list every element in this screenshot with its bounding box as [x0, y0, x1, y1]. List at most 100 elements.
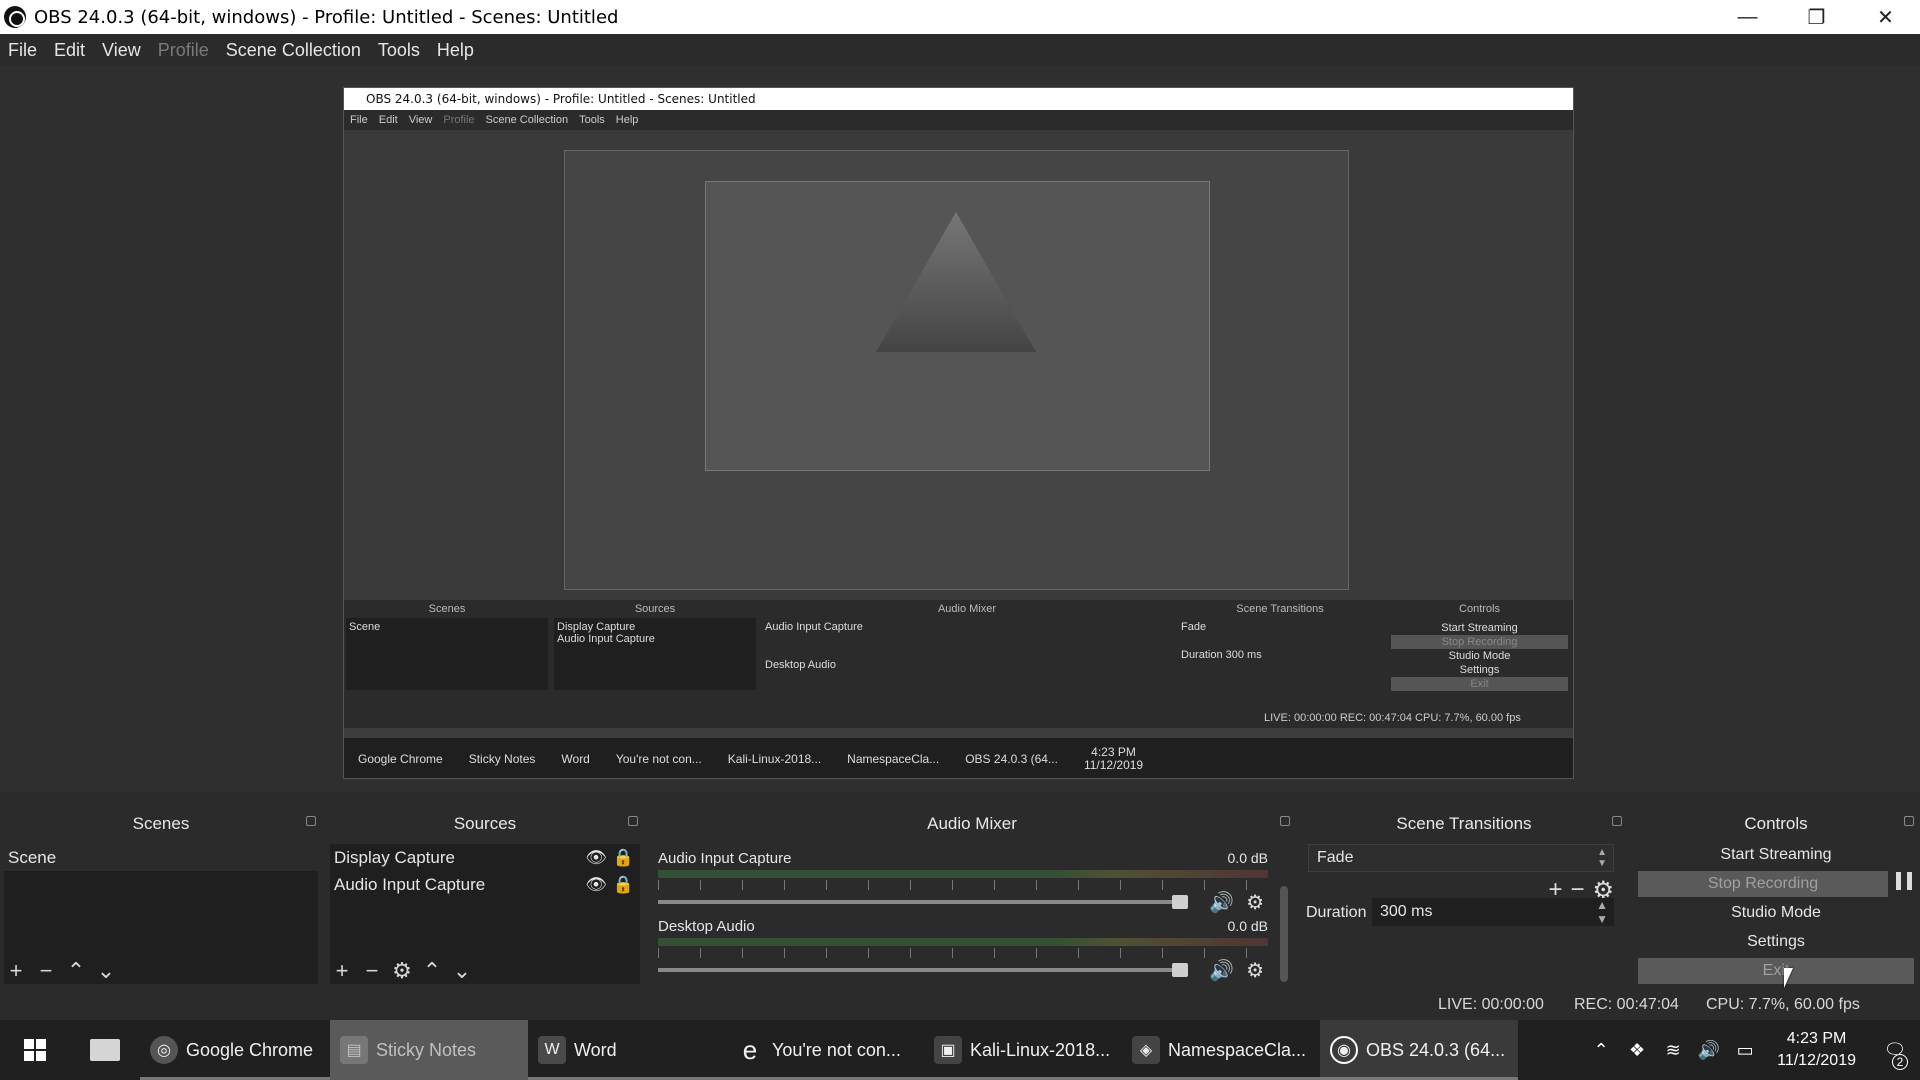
nested-transitions-dock: Scene Transitions Fade Duration 300 ms: [1176, 600, 1384, 700]
taskbar-app[interactable]: e You're not con...: [726, 1020, 924, 1080]
audio-mixer-dock: Audio Mixer Audio Input Capture 0.0 dB 🔊…: [648, 806, 1296, 1020]
scene-item-label: Scene: [8, 847, 57, 867]
nested-duration: Duration 300 ms: [1181, 649, 1379, 661]
transition-select[interactable]: Fade ▲ ▼: [1308, 844, 1614, 872]
minimize-button[interactable]: —: [1713, 0, 1782, 34]
source-item-icons: 👁 🔒: [585, 848, 634, 868]
recursive-preview-image: [876, 212, 1036, 352]
dock-float-icon[interactable]: [306, 816, 316, 826]
mixer-body: Audio Input Capture 0.0 dB 🔊 ⚙ Desktop A…: [652, 844, 1292, 984]
dock-float-icon[interactable]: [1612, 816, 1622, 826]
exit-button[interactable]: Exit: [1638, 958, 1914, 984]
settings-button[interactable]: Settings: [1638, 929, 1914, 955]
nested-menu-file: File: [350, 114, 368, 126]
duration-label: Duration: [1306, 904, 1367, 921]
chrome-icon: ◎: [150, 1036, 178, 1064]
move-down-icon[interactable]: ⌄: [452, 958, 472, 984]
scene-item[interactable]: Scene: [4, 844, 318, 871]
system-tray: ⌃ ❖ ≋ 🔊 ▭ 4:23 PM 11/12/2019 🗨 2: [1583, 1020, 1920, 1080]
channel-name: Desktop Audio: [658, 918, 755, 935]
move-down-icon[interactable]: ⌄: [96, 958, 116, 984]
start-button[interactable]: [0, 1020, 70, 1080]
controls-dock-head: Controls: [1632, 806, 1920, 842]
taskbar: ◎ Google Chrome ▤ Sticky Notes W Word e …: [0, 1020, 1920, 1080]
lock-icon[interactable]: 🔒: [613, 848, 634, 868]
slider-knob[interactable]: [1172, 963, 1188, 977]
menu-file[interactable]: File: [8, 40, 37, 61]
spin-arrows-icon[interactable]: ▲ ▼: [1596, 898, 1608, 926]
menu-profile[interactable]: Profile: [158, 40, 209, 61]
menu-edit[interactable]: Edit: [54, 40, 85, 61]
menu-tools[interactable]: Tools: [378, 40, 420, 61]
mixer-scrollbar[interactable]: [1280, 886, 1288, 982]
stop-recording-button[interactable]: Stop Recording: [1638, 871, 1888, 897]
start-streaming-button[interactable]: Start Streaming: [1638, 842, 1914, 868]
taskbar-app-label: NamespaceCla...: [1168, 1039, 1307, 1060]
close-button[interactable]: ✕: [1851, 0, 1920, 34]
mixer-channel: Desktop Audio 0.0 dB 🔊 ⚙: [658, 918, 1268, 984]
volume-slider[interactable]: [658, 963, 1188, 977]
duration-spinbox[interactable]: 300 ms ▲ ▼: [1372, 898, 1614, 926]
speaker-icon[interactable]: 🔊: [1691, 1040, 1727, 1061]
clock-time: 4:23 PM: [1786, 1030, 1847, 1047]
taskbar-app[interactable]: W Word: [528, 1020, 726, 1080]
title-bar: OBS 24.0.3 (64-bit, windows) - Profile: …: [0, 0, 1920, 34]
nested-transitions-body: Fade Duration 300 ms: [1178, 618, 1382, 690]
menu-scene-collection[interactable]: Scene Collection: [226, 40, 361, 61]
remove-icon[interactable]: −: [36, 958, 56, 984]
menu-help[interactable]: Help: [437, 40, 474, 61]
dock-float-icon[interactable]: [1280, 816, 1290, 826]
taskbar-app[interactable]: ▣ Kali-Linux-2018...: [924, 1020, 1122, 1080]
folder-icon: [90, 1039, 120, 1061]
taskbar-app[interactable]: ◈ NamespaceCla...: [1122, 1020, 1320, 1080]
move-up-icon[interactable]: ⌃: [422, 958, 442, 984]
nested-mixer-header: Audio Mixer: [937, 603, 997, 615]
preview-canvas[interactable]: OBS 24.0.3 (64-bit, windows) - Profile: …: [343, 87, 1574, 779]
remove-icon[interactable]: −: [362, 958, 382, 984]
nested-taskbar: Google Chrome Sticky Notes Word You're n…: [344, 738, 1573, 778]
move-up-icon[interactable]: ⌃: [66, 958, 86, 984]
pause-icon[interactable]: [1896, 872, 1912, 890]
notification-center-button[interactable]: 🗨 2: [1870, 1040, 1920, 1070]
speaker-icon[interactable]: 🔊: [1209, 890, 1234, 915]
nested-scene-item: Scene: [349, 621, 381, 633]
studio-mode-button[interactable]: Studio Mode: [1638, 900, 1914, 926]
source-item[interactable]: Audio Input Capture 👁 🔒: [330, 871, 640, 898]
chevron-up-icon[interactable]: ⌃: [1583, 1040, 1619, 1061]
gear-icon[interactable]: ⚙: [1246, 958, 1264, 983]
mixer-channel: Audio Input Capture 0.0 dB 🔊 ⚙: [658, 850, 1268, 916]
clock[interactable]: 4:23 PM 11/12/2019: [1777, 1028, 1856, 1072]
taskbar-app-label: You're not con...: [772, 1039, 901, 1060]
eye-icon[interactable]: 👁: [585, 875, 607, 895]
taskbar-app-label: Google Chrome: [186, 1039, 314, 1060]
gear-icon[interactable]: ⚙: [392, 958, 412, 984]
eye-icon[interactable]: 👁: [585, 848, 607, 868]
transitions-header: Scene Transitions: [1396, 814, 1532, 833]
taskbar-app[interactable]: ◎ Google Chrome: [140, 1020, 330, 1080]
preview-area: OBS 24.0.3 (64-bit, windows) - Profile: …: [0, 66, 1920, 792]
nested-control-item: Exit: [1391, 677, 1568, 691]
sources-header: Sources: [453, 814, 517, 833]
gear-icon[interactable]: ⚙: [1246, 890, 1264, 915]
dropbox-icon[interactable]: ❖: [1619, 1040, 1655, 1061]
wifi-icon[interactable]: ≋: [1655, 1040, 1691, 1061]
maximize-button[interactable]: ❐: [1782, 0, 1851, 34]
add-icon[interactable]: +: [6, 958, 26, 984]
dock-float-icon[interactable]: [628, 816, 638, 826]
file-explorer-button[interactable]: [70, 1020, 140, 1080]
channel-icons: 🔊 ⚙: [1209, 958, 1264, 983]
vs-icon: ◈: [1132, 1036, 1160, 1064]
taskbar-app[interactable]: ◉ OBS 24.0.3 (64...: [1320, 1020, 1518, 1080]
add-icon[interactable]: +: [332, 958, 352, 984]
taskbar-app[interactable]: ▤ Sticky Notes: [330, 1020, 528, 1080]
source-item[interactable]: Display Capture 👁 🔒: [330, 844, 640, 871]
lock-icon[interactable]: 🔒: [613, 875, 634, 895]
volume-slider[interactable]: [658, 895, 1188, 909]
nested-menu-profile: Profile: [443, 114, 475, 126]
dock-float-icon[interactable]: [1904, 816, 1914, 826]
speaker-icon[interactable]: 🔊: [1209, 958, 1234, 983]
menu-view[interactable]: View: [102, 40, 141, 61]
slider-knob[interactable]: [1172, 895, 1188, 909]
nested-taskbar-item: Google Chrome: [358, 752, 443, 766]
battery-icon[interactable]: ▭: [1727, 1040, 1763, 1061]
